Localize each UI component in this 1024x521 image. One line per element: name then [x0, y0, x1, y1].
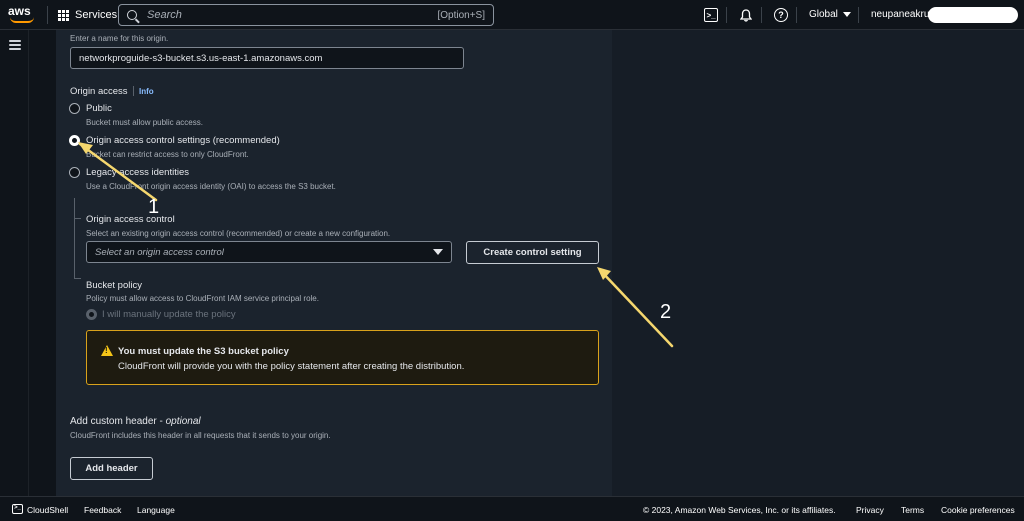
services-menu-button[interactable]: Services — [58, 8, 117, 22]
add-header-button[interactable]: Add header — [70, 457, 153, 480]
nav-separator — [726, 7, 727, 23]
oac-label: Origin access control — [86, 214, 175, 225]
grid-icon — [58, 9, 69, 21]
tree-line — [74, 218, 81, 219]
footer-terms-link[interactable]: Terms — [901, 505, 924, 515]
cloudshell-icon[interactable]: >_ — [704, 8, 718, 22]
region-selector[interactable]: Global — [809, 9, 851, 20]
info-divider — [133, 86, 134, 96]
footer-copyright: © 2023, Amazon Web Services, Inc. or its… — [643, 505, 836, 515]
radio-manual-policy-update — [86, 309, 97, 320]
search-shortcut: [Option+S] — [437, 9, 485, 21]
nav-separator — [858, 7, 859, 23]
custom-header-description: CloudFront includes this header in all r… — [70, 431, 331, 440]
option-public-label: Public — [86, 103, 112, 114]
custom-header-label: Add custom header - optional — [70, 416, 201, 427]
bucket-policy-warning-alert — [86, 330, 599, 385]
bell-icon[interactable] — [739, 8, 753, 22]
annotation-number-2: 2 — [660, 301, 672, 323]
chevron-down-icon — [842, 12, 851, 17]
footer-privacy-link[interactable]: Privacy — [856, 505, 884, 515]
footer-cookie-preferences-link[interactable]: Cookie preferences — [941, 505, 1015, 515]
oac-description: Select an existing origin access control… — [86, 229, 391, 238]
search-input[interactable] — [147, 9, 438, 21]
footer-language-link[interactable]: Language — [137, 505, 175, 515]
alert-title: You must update the S3 bucket policy — [118, 346, 289, 357]
aws-smile-icon — [10, 17, 34, 23]
create-control-setting-button[interactable]: Create control setting — [466, 241, 599, 264]
option-oac-description: Bucket can restrict access to only Cloud… — [86, 150, 249, 159]
option-oac-label: Origin access control settings (recommen… — [86, 135, 280, 146]
radio-legacy-access-identities[interactable] — [69, 167, 80, 178]
option-legacy-label: Legacy access identities — [86, 167, 189, 178]
info-link[interactable]: Info — [139, 87, 154, 96]
services-label: Services — [75, 9, 118, 21]
option-legacy-description: Use a CloudFront origin access identity … — [86, 182, 336, 191]
oac-select-placeholder: Select an origin access control — [95, 246, 224, 258]
aws-logo[interactable]: aws — [8, 5, 40, 25]
region-label: Global — [809, 9, 838, 20]
aws-logo-text: aws — [8, 4, 31, 18]
manual-policy-label: I will manually update the policy — [102, 309, 236, 320]
nav-separator — [796, 7, 797, 23]
search-icon — [127, 10, 137, 20]
help-icon[interactable]: ? — [774, 8, 788, 22]
radio-origin-access-control[interactable] — [69, 135, 80, 146]
cloudshell-icon[interactable]: >_ — [12, 504, 23, 514]
side-navigation — [0, 30, 29, 496]
bucket-policy-description: Policy must allow access to CloudFront I… — [86, 294, 319, 303]
footer-cloudshell-link[interactable]: CloudShell — [27, 505, 68, 515]
option-public-description: Bucket must allow public access. — [86, 118, 203, 127]
redacted-account-id — [928, 7, 1018, 23]
origin-name-description: Enter a name for this origin. — [70, 34, 169, 43]
origin-name-input[interactable] — [70, 47, 464, 69]
nav-separator — [761, 7, 762, 23]
bucket-policy-label: Bucket policy — [86, 280, 142, 291]
footer-feedback-link[interactable]: Feedback — [84, 505, 121, 515]
tree-line — [74, 278, 81, 279]
annotation-number-1: 1 — [148, 196, 160, 218]
warning-icon — [101, 345, 113, 356]
radio-public[interactable] — [69, 103, 80, 114]
origin-access-label: Origin access — [70, 86, 128, 97]
caret-down-icon — [433, 249, 443, 255]
nav-divider — [47, 6, 48, 24]
custom-header-label-text: Add custom header - — [70, 416, 166, 427]
oac-select[interactable]: Select an origin access control — [86, 241, 452, 263]
tree-line — [74, 198, 75, 278]
custom-header-optional: optional — [165, 416, 201, 427]
top-navigation: aws Services [Option+S] >_ ? Global neup… — [0, 0, 1024, 30]
alert-body: CloudFront will provide you with the pol… — [118, 361, 465, 372]
search-bar[interactable]: [Option+S] — [118, 4, 494, 26]
right-empty-area — [612, 30, 1024, 496]
menu-icon[interactable] — [9, 40, 21, 50]
footer: >_ CloudShell Feedback Language © 2023, … — [0, 496, 1024, 521]
